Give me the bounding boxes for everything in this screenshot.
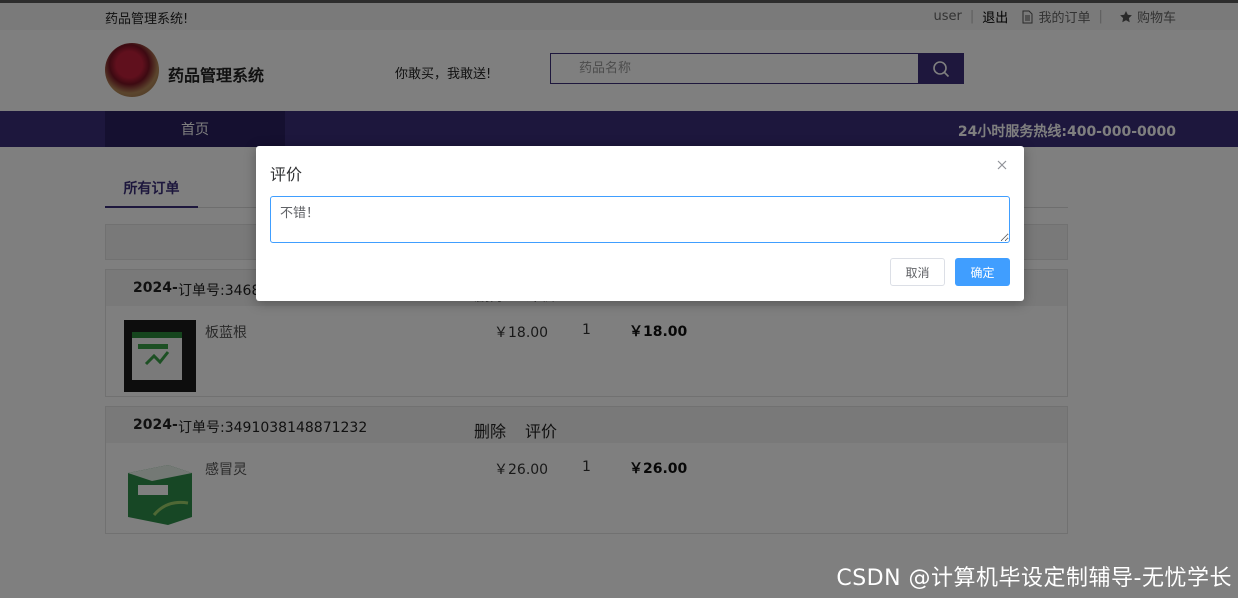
confirm-button[interactable]: 确定 <box>955 258 1010 286</box>
cancel-button[interactable]: 取消 <box>890 258 945 286</box>
close-icon[interactable] <box>994 157 1010 173</box>
dialog-title: 评价 <box>270 165 303 184</box>
review-dialog: 评价 不错！ 取消 确定 <box>256 146 1024 301</box>
watermark: CSDN @计算机毕设定制辅导-无忧学长 <box>836 566 1232 591</box>
review-textarea[interactable]: 不错！ <box>270 196 1010 243</box>
